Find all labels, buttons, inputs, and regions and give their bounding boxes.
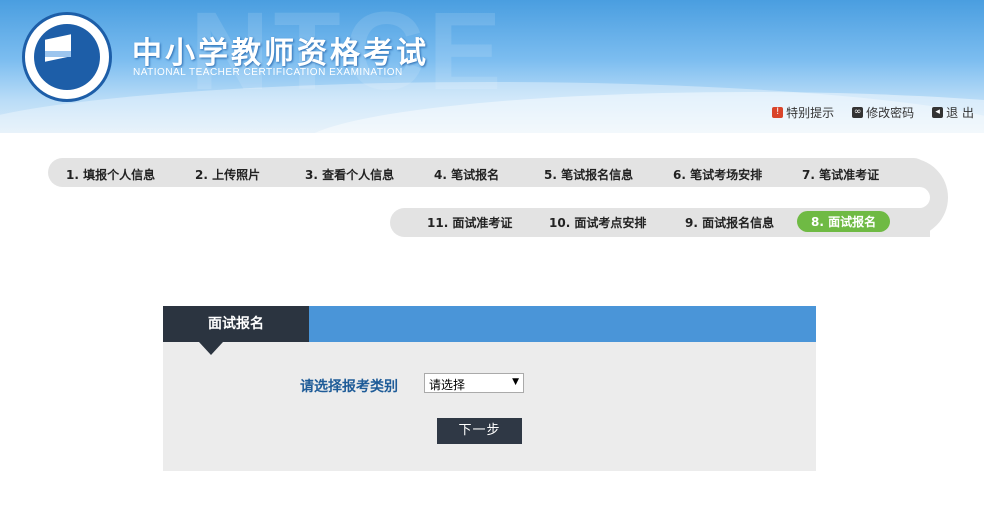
step-6[interactable]: 6. 笔试考场安排 xyxy=(673,166,762,183)
step-8-active[interactable]: 8. 面试报名 xyxy=(797,211,891,232)
next-step-button[interactable]: 下一步 xyxy=(437,418,522,444)
site-subtitle: NATIONAL TEACHER CERTIFICATION EXAMINATI… xyxy=(133,67,403,78)
step-10[interactable]: 10. 面试考点安排 xyxy=(549,214,646,231)
step-4[interactable]: 4. 笔试报名 xyxy=(434,166,499,183)
password-icon: ∞ xyxy=(852,107,864,118)
exam-category-label: 请选择报考类别 xyxy=(300,379,398,395)
logout-icon: ◂ xyxy=(932,107,944,118)
chevron-down-icon: ▼ xyxy=(512,377,519,387)
step-2[interactable]: 2. 上传照片 xyxy=(195,166,260,183)
change-password-link[interactable]: ∞ 修改密码 xyxy=(852,104,914,121)
panel-tab-title: 面试报名 xyxy=(163,306,309,342)
top-links: ! 特别提示 ∞ 修改密码 ◂ 退 出 xyxy=(772,104,974,121)
step-1[interactable]: 1. 填报个人信息 xyxy=(66,166,155,183)
tab-pointer xyxy=(199,342,223,355)
notice-icon: ! xyxy=(772,107,784,118)
exam-category-select[interactable]: 请选择 ▼ xyxy=(424,373,524,393)
step-3[interactable]: 3. 查看个人信息 xyxy=(305,166,394,183)
interview-registration-panel: 面试报名 请选择报考类别 请选择 ▼ 下一步 xyxy=(163,306,816,471)
site-header: NTCE 中小学教师资格考试 NATIONAL TEACHER CERTIFIC… xyxy=(0,0,984,133)
logout-link[interactable]: ◂ 退 出 xyxy=(932,104,974,121)
step-11[interactable]: 11. 面试准考证 xyxy=(427,214,512,231)
ntce-logo xyxy=(22,12,112,102)
step-5[interactable]: 5. 笔试报名信息 xyxy=(544,166,633,183)
step-7[interactable]: 7. 笔试准考证 xyxy=(802,166,879,183)
step-9[interactable]: 9. 面试报名信息 xyxy=(685,214,774,231)
special-notice-link[interactable]: ! 特别提示 xyxy=(772,104,834,121)
site-title: 中小学教师资格考试 xyxy=(132,36,429,71)
